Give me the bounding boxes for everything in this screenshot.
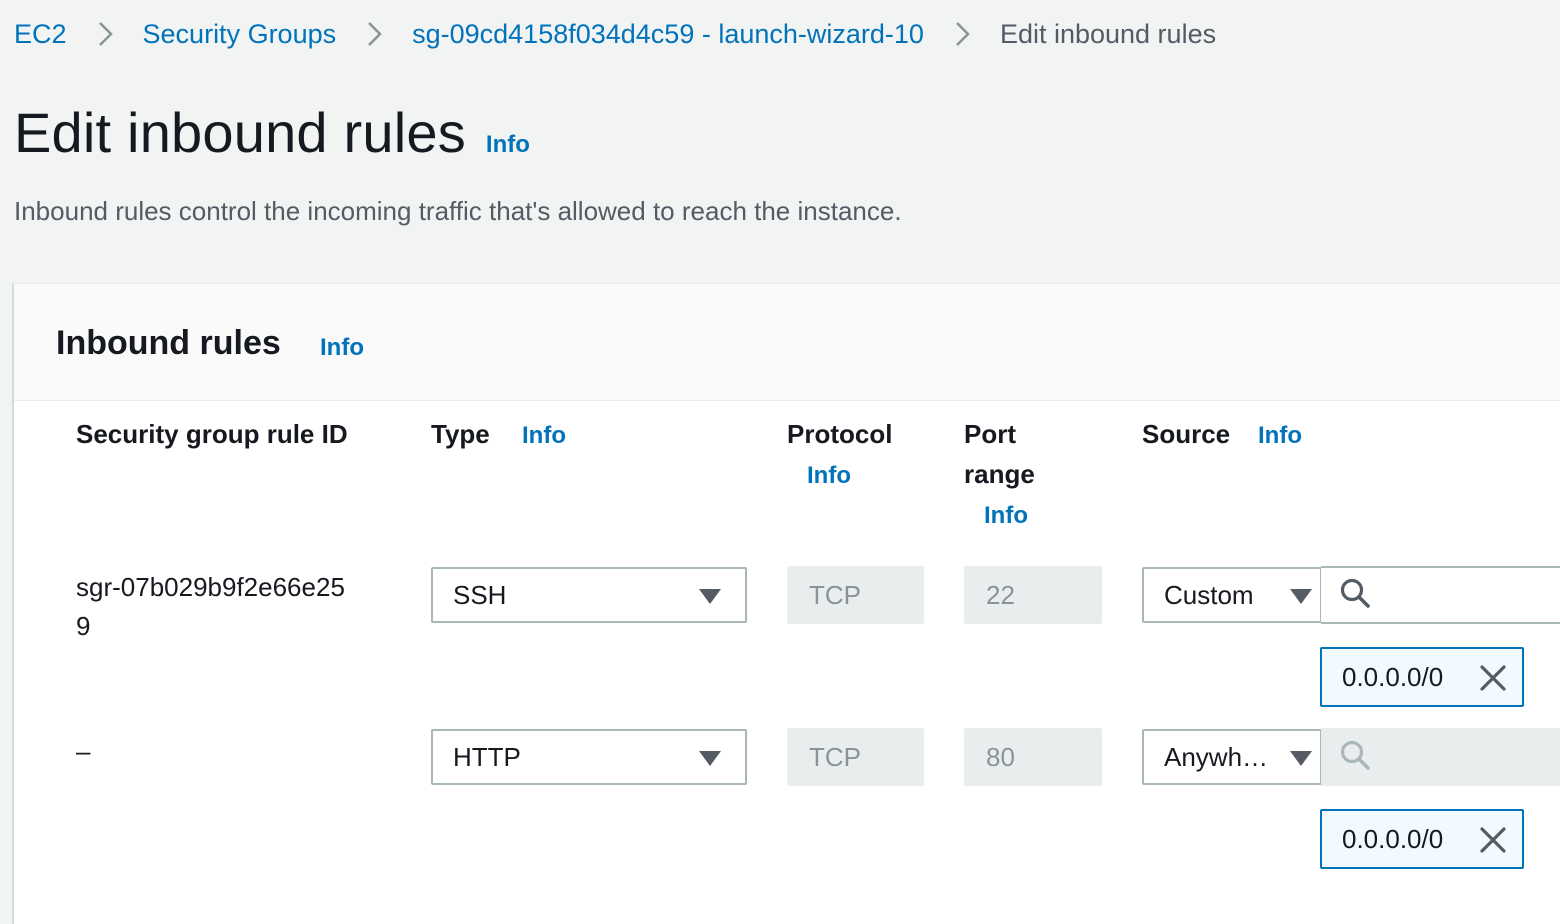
- type-select-value: SSH: [453, 579, 507, 610]
- type-select[interactable]: SSH: [431, 567, 747, 623]
- chevron-right-icon: [91, 14, 121, 54]
- cidr-token-label: 0.0.0.0/0: [1342, 661, 1444, 692]
- close-icon[interactable]: [1478, 663, 1508, 693]
- search-icon: [1339, 739, 1371, 776]
- type-select[interactable]: HTTP: [431, 729, 747, 785]
- column-header-type: Type: [431, 419, 490, 449]
- port-range-info-link[interactable]: Info: [984, 502, 1028, 530]
- panel-info-link[interactable]: Info: [320, 334, 364, 362]
- column-header-port-range-line2: range: [964, 459, 1035, 489]
- breadcrumb-link-ec2[interactable]: EC2: [14, 19, 67, 50]
- column-header-port-range: Port: [964, 419, 1016, 449]
- column-header-source: Source: [1142, 419, 1231, 449]
- protocol-value: TCP: [809, 579, 861, 610]
- breadcrumb-current: Edit inbound rules: [999, 18, 1217, 49]
- source-info-link[interactable]: Info: [1258, 422, 1302, 450]
- inbound-rules-panel: Inbound rules Info Security group rule I…: [12, 283, 1560, 924]
- cidr-token-label: 0.0.0.0/0: [1342, 823, 1444, 854]
- source-search-input[interactable]: [1321, 566, 1560, 624]
- breadcrumb-link-security-groups[interactable]: Security Groups: [143, 19, 337, 50]
- source-type-select[interactable]: Custom: [1142, 567, 1322, 623]
- panel-header: Inbound rules Info: [14, 284, 1560, 401]
- caret-down-icon: [1290, 751, 1312, 766]
- column-header-rule-id: Security group rule ID: [76, 419, 348, 449]
- protocol-field: TCP: [787, 566, 924, 624]
- source-type-value: Custom: [1164, 579, 1254, 610]
- port-range-value: 22: [986, 579, 1015, 610]
- source-type-value: Anywh…: [1164, 741, 1269, 772]
- cidr-token: 0.0.0.0/0: [1320, 809, 1524, 869]
- rule-id: sgr-07b029b9f2e66e25: [76, 572, 345, 602]
- page-header: Edit inbound rules Info: [14, 100, 530, 165]
- caret-down-icon: [699, 751, 721, 766]
- source-search-input: [1321, 728, 1560, 786]
- chevron-right-icon: [948, 14, 978, 54]
- breadcrumb: EC2 Security Groups sg-09cd4158f034d4c59…: [14, 14, 1216, 54]
- chevron-right-icon: [360, 14, 390, 54]
- port-range-field: 22: [964, 566, 1102, 624]
- protocol-value: TCP: [809, 741, 861, 772]
- caret-down-icon: [1290, 589, 1312, 604]
- rule-id-wrap: 9: [76, 611, 91, 641]
- cidr-token: 0.0.0.0/0: [1320, 647, 1524, 707]
- breadcrumb-link-security-group[interactable]: sg-09cd4158f034d4c59 - launch-wizard-10: [412, 19, 924, 50]
- search-icon: [1339, 577, 1371, 614]
- page-info-link[interactable]: Info: [486, 131, 530, 159]
- page-title: Edit inbound rules: [14, 101, 466, 164]
- close-icon[interactable]: [1478, 825, 1508, 855]
- rule-id: –: [76, 736, 91, 766]
- page-description: Inbound rules control the incoming traff…: [14, 196, 902, 226]
- panel-title: Inbound rules: [56, 324, 281, 362]
- source-type-select[interactable]: Anywh…: [1142, 729, 1322, 785]
- column-header-protocol: Protocol: [787, 419, 893, 449]
- caret-down-icon: [699, 589, 721, 604]
- protocol-info-link[interactable]: Info: [807, 462, 851, 490]
- port-range-value: 80: [986, 741, 1015, 772]
- type-info-link[interactable]: Info: [522, 422, 566, 450]
- protocol-field: TCP: [787, 728, 924, 786]
- port-range-field: 80: [964, 728, 1102, 786]
- type-select-value: HTTP: [453, 741, 521, 772]
